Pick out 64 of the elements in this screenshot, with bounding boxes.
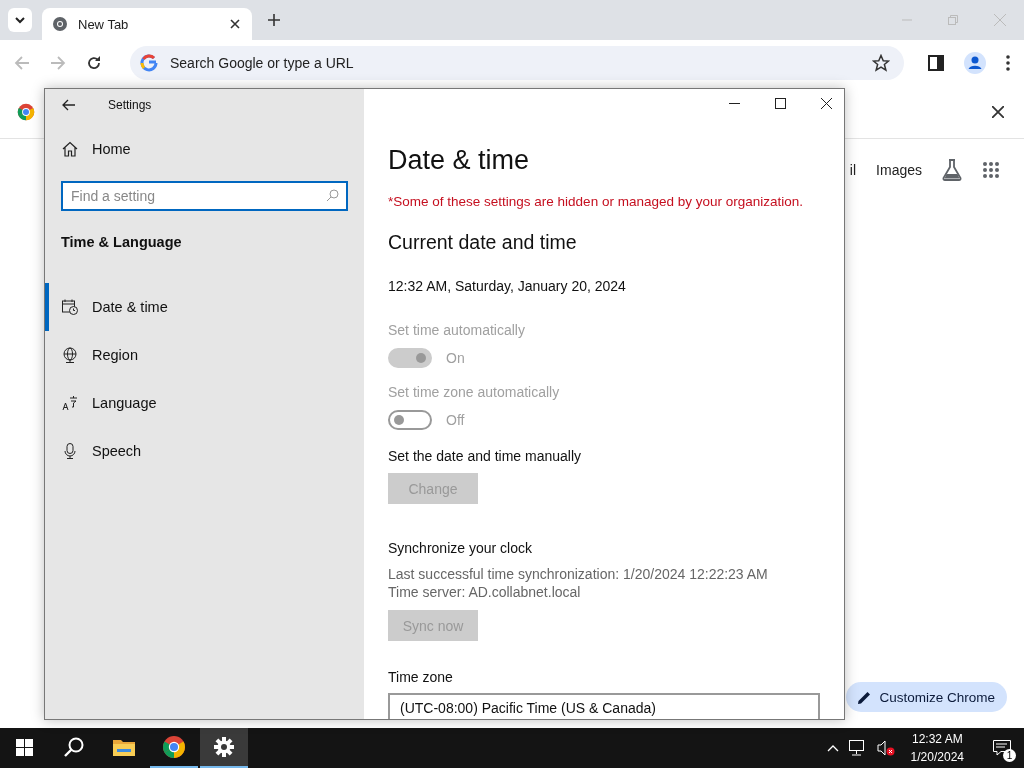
top-link[interactable]: Images: [876, 162, 922, 178]
reload-icon[interactable]: [86, 55, 102, 71]
browser-tab[interactable]: New Tab: [42, 8, 252, 40]
toggle-state: On: [446, 350, 465, 366]
folder-icon: [113, 738, 135, 756]
taskbar-clock[interactable]: 12:32 AM 1/20/2024: [904, 730, 970, 766]
gear-icon: [214, 737, 234, 757]
speaker-muted-icon[interactable]: [876, 740, 895, 756]
notification-count: 1: [1003, 749, 1016, 762]
nav-item[interactable]: Region: [45, 331, 364, 379]
setting-label: Set the date and time manually: [388, 448, 582, 464]
profile-icon[interactable]: [964, 52, 986, 74]
g-logo-icon: [140, 54, 158, 72]
close-icon[interactable]: [821, 98, 832, 109]
globe-icon: [62, 347, 78, 363]
address-bar[interactable]: Search Google or type a URL: [130, 46, 904, 80]
apps-grid-icon[interactable]: [982, 161, 1000, 179]
setting-label: Synchronize your clock: [388, 540, 533, 556]
search-icon: [64, 737, 84, 757]
search-field[interactable]: Find a setting: [61, 181, 348, 211]
maximize-icon[interactable]: [775, 98, 786, 109]
nav-item[interactable]: Date & time: [45, 283, 364, 331]
page-title: Date & time: [388, 145, 531, 176]
current-date-time: 12:32 AM, Saturday, January 20, 2024: [388, 278, 627, 294]
notification-button[interactable]: 1: [980, 728, 1024, 768]
customize-chrome-button[interactable]: Customize Chrome: [846, 682, 1007, 712]
top-link[interactable]: il: [849, 162, 857, 178]
network-icon[interactable]: [848, 740, 867, 756]
chevron-up-icon[interactable]: [826, 744, 839, 752]
nav-item[interactable]: Language: [45, 379, 364, 427]
home-icon: [62, 141, 78, 157]
close-icon[interactable]: [992, 106, 1004, 118]
tab-title: New Tab: [78, 16, 130, 32]
caret-icon: [14, 14, 26, 26]
globe-icon: [52, 16, 68, 32]
policy-notice: *Some of these settings are hidden or managed by your organization.: [388, 194, 804, 209]
back-icon[interactable]: [62, 99, 76, 111]
side-panel-icon[interactable]: [928, 55, 944, 71]
section-heading: Current date and time: [388, 231, 578, 254]
toggle-state: Off: [446, 412, 465, 428]
setting-label: Time zone: [388, 669, 454, 685]
windows-logo-icon: [15, 738, 33, 756]
chrome-logo-icon: [17, 103, 35, 121]
nav-item[interactable]: Speech: [45, 427, 364, 475]
language-icon: [62, 395, 78, 411]
home-link[interactable]: Home: [45, 129, 364, 169]
new-tab-icon[interactable]: [268, 14, 280, 26]
sync-info: Last successful time synchronization: 1/20/2024 12:22:23 AM: [388, 566, 769, 582]
pencil-icon: [858, 690, 872, 704]
close-icon[interactable]: [230, 19, 240, 29]
microphone-icon: [62, 443, 78, 459]
toggle-label: Set time zone automatically: [388, 384, 561, 400]
toggle-label: Set time automatically: [388, 322, 526, 338]
sync-info: Time server: AD.collabnet.local: [388, 584, 582, 600]
taskbar-button[interactable]: [200, 728, 248, 768]
menu-icon[interactable]: [1006, 55, 1010, 71]
section-heading: Time & Language: [60, 233, 183, 252]
flask-icon[interactable]: [942, 159, 962, 181]
calendar-clock-icon: [62, 299, 78, 315]
window-title: Settings: [108, 98, 152, 112]
star-icon[interactable]: [872, 54, 890, 72]
chrome-logo-icon: [162, 735, 186, 759]
search-icon: [326, 189, 339, 202]
tab-search-button[interactable]: [8, 8, 32, 32]
